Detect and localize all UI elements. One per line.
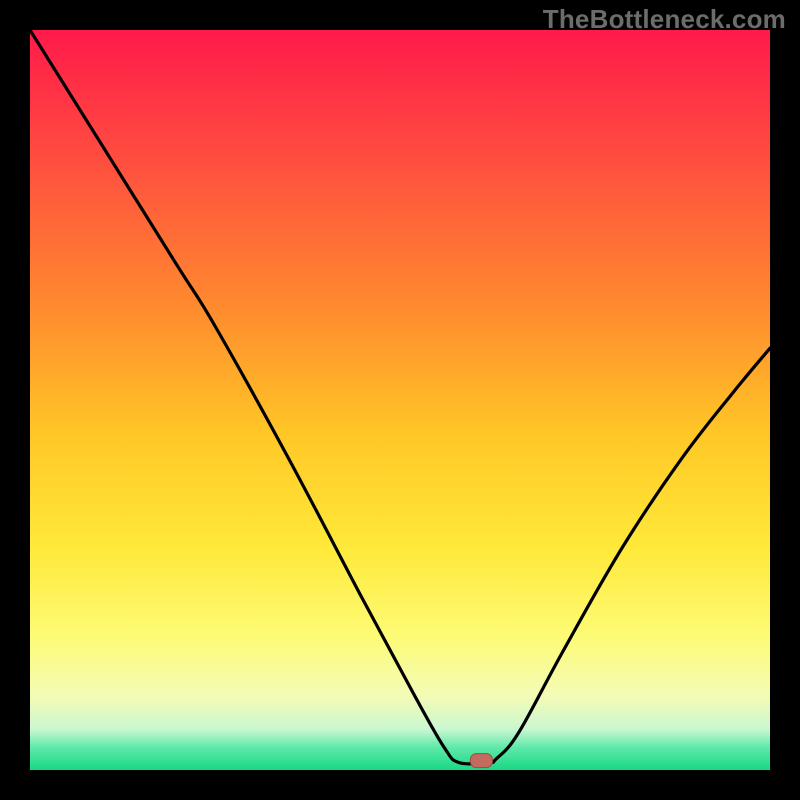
bottleneck-chart [0, 0, 800, 800]
chart-frame: { "watermark": "TheBottleneck.com", "col… [0, 0, 800, 800]
plot-background [30, 30, 770, 770]
watermark-text: TheBottleneck.com [543, 4, 786, 35]
optimal-marker [470, 754, 492, 768]
